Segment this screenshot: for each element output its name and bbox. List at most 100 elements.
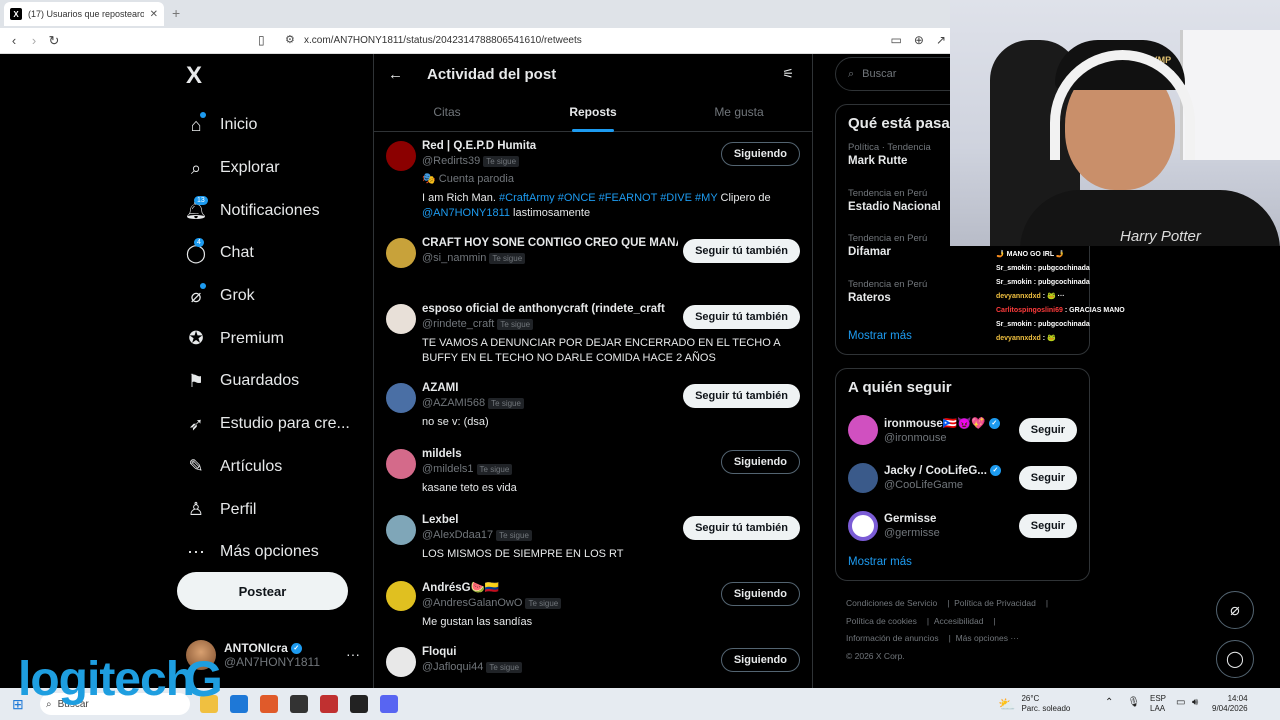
follow-suggestion[interactable]: Germisse @germisse Seguir bbox=[848, 502, 1077, 550]
user-row[interactable]: Red | Q.E.P.D Humita @Redirts39 Te sigue … bbox=[374, 132, 812, 229]
user-row[interactable]: mildels @mildels1 Te sigue kasane teto es… bbox=[374, 440, 812, 506]
user-row[interactable]: Lexbel @AlexDdaa17 Te sigue LOS MISMOS DE… bbox=[374, 506, 812, 572]
new-tab-icon[interactable]: + bbox=[172, 5, 180, 21]
tab-citas[interactable]: Citas bbox=[374, 94, 520, 131]
nav-mas-opciones[interactable]: ⋯ Más opciones bbox=[186, 531, 350, 574]
follow-back-button[interactable]: Seguir tú también bbox=[683, 384, 800, 408]
follow-suggestion[interactable]: ironmouse🇵🇷😈💖 ✓ @ironmouse Seguir bbox=[848, 406, 1077, 454]
user-row[interactable]: esposo oficial de anthonycraft (rindete_… bbox=[374, 295, 812, 374]
main-column: ← Actividad del post ⚟ Citas Reposts Me … bbox=[373, 54, 813, 688]
avatar[interactable] bbox=[386, 581, 416, 611]
avatar[interactable] bbox=[386, 449, 416, 479]
microphone-icon[interactable]: 🎙︎ bbox=[1127, 697, 1140, 708]
avatar[interactable] bbox=[386, 238, 416, 268]
nav-notificaciones[interactable]: 🔔︎ 13 Notificaciones bbox=[185, 189, 350, 232]
user-row[interactable]: CRAFT HOY SOÑE CONTIGO CREO QUE MAÑA... … bbox=[374, 229, 812, 295]
user-row[interactable]: Floqui @Jafloqui44 Te sigue Siguiendo bbox=[374, 638, 812, 688]
back-icon[interactable]: ‹ bbox=[4, 33, 24, 48]
discord-icon[interactable] bbox=[380, 695, 398, 713]
user-row[interactable]: AndrésG🍉🇨🇴 @AndresGalanOwO Te sigue Me gu… bbox=[374, 572, 812, 638]
bio-hashtags[interactable]: #CraftArmy #ONCE #FEARNOT #DIVE #MY bbox=[499, 192, 717, 204]
footer-link[interactable]: Accesibilidad bbox=[934, 616, 984, 626]
store-icon[interactable] bbox=[230, 695, 248, 713]
avatar[interactable] bbox=[848, 415, 878, 445]
avatar[interactable] bbox=[386, 141, 416, 171]
more-icon[interactable]: ··· bbox=[346, 646, 360, 662]
nav-articulos[interactable]: ✎ Artículos bbox=[186, 446, 350, 489]
post-button[interactable]: Postear bbox=[177, 572, 348, 610]
bookmark-icon[interactable]: ▯ bbox=[258, 33, 265, 47]
close-tab-icon[interactable]: ✕ bbox=[150, 9, 158, 20]
user-name[interactable]: AndrésG🍉🇨🇴 bbox=[422, 580, 678, 594]
avatar[interactable] bbox=[386, 647, 416, 677]
zoom-icon[interactable]: ⊕ bbox=[914, 33, 924, 47]
meter-icon[interactable] bbox=[320, 695, 338, 713]
x-logo-icon[interactable]: X bbox=[186, 62, 202, 90]
chat-fab-icon[interactable]: ◯ bbox=[1216, 640, 1254, 678]
follow-button[interactable]: Seguir bbox=[1018, 514, 1077, 538]
user-name[interactable]: AZAMI bbox=[422, 382, 678, 394]
following-button[interactable]: Siguiendo bbox=[720, 142, 800, 166]
footer-link[interactable]: Información de anuncios bbox=[846, 633, 939, 643]
reload-icon[interactable]: ↻ bbox=[44, 33, 64, 49]
user-name[interactable]: Floqui bbox=[422, 646, 678, 658]
footer-link[interactable]: Condiciones de Servicio bbox=[846, 598, 937, 608]
clock[interactable]: 14:04 9/04/2026 bbox=[1212, 694, 1248, 714]
site-info-icon[interactable]: ⚙ bbox=[285, 33, 295, 46]
chat-text: : GRACIAS MANO bbox=[1064, 307, 1125, 314]
weather-widget[interactable]: ⛅ 26°C Parc. soleado bbox=[998, 694, 1070, 714]
avatar[interactable] bbox=[386, 515, 416, 545]
filter-icon[interactable]: ⚟ bbox=[782, 66, 794, 82]
nav-label: Chat bbox=[220, 244, 254, 262]
share-icon[interactable]: ↗ bbox=[936, 33, 946, 47]
nav-inicio[interactable]: ⌂ Inicio bbox=[186, 104, 350, 147]
avatar[interactable] bbox=[386, 383, 416, 413]
avatar[interactable] bbox=[848, 463, 878, 493]
grok-icon: ⌀ bbox=[186, 283, 206, 306]
network-icon[interactable]: ▭ bbox=[1176, 697, 1185, 708]
footer-link[interactable]: Política de cookies bbox=[846, 616, 917, 626]
user-name[interactable]: esposo oficial de anthonycraft (rindete_… bbox=[422, 303, 678, 315]
user-name[interactable]: CRAFT HOY SOÑE CONTIGO CREO QUE MAÑA... bbox=[422, 237, 678, 249]
tab-reposts[interactable]: Reposts bbox=[520, 94, 666, 132]
url-field[interactable]: x.com/AN7HONY1811/status/204231478880654… bbox=[304, 35, 582, 46]
following-button[interactable]: Siguiendo bbox=[720, 648, 800, 672]
nav-explorar[interactable]: ⌕ Explorar bbox=[186, 147, 350, 190]
follow-suggestion[interactable]: Jacky / CooLifeG... ✓ @CooLifeGame Seguir bbox=[848, 454, 1077, 502]
nav-estudio[interactable]: ➶ Estudio para cre... bbox=[186, 403, 349, 446]
tab-me-gusta[interactable]: Me gusta bbox=[666, 94, 812, 131]
nav-perfil[interactable]: ♙ Perfil bbox=[186, 488, 350, 531]
user-name[interactable]: Lexbel bbox=[422, 514, 678, 526]
nav-guardados[interactable]: ⚑ Guardados bbox=[186, 360, 350, 403]
volume-icon[interactable]: 🔊︎ bbox=[1192, 697, 1198, 708]
browser-tab[interactable]: X (17) Usuarios que repostearon e ✕ bbox=[4, 2, 164, 26]
footer-link[interactable]: Política de Privacidad bbox=[954, 598, 1036, 608]
following-button[interactable]: Siguiendo bbox=[720, 450, 800, 474]
nav-grok[interactable]: ⌀ Grok bbox=[186, 275, 350, 318]
screenshot-icon[interactable]: ▭ bbox=[891, 33, 902, 47]
back-arrow-icon[interactable]: ← bbox=[388, 66, 403, 83]
follow-back-button[interactable]: Seguir tú también bbox=[683, 516, 800, 540]
show-more-follow-link[interactable]: Mostrar más bbox=[848, 556, 1077, 568]
chevron-up-icon[interactable]: ⌃ bbox=[1105, 697, 1113, 708]
forward-icon[interactable]: › bbox=[24, 33, 44, 48]
follow-back-button[interactable]: Seguir tú también bbox=[683, 305, 800, 329]
footer-link[interactable]: Más opciones ··· bbox=[956, 633, 1019, 643]
grok-fab-icon[interactable]: ⌀ bbox=[1216, 591, 1254, 629]
avatar[interactable] bbox=[386, 304, 416, 334]
follow-back-button[interactable]: Seguir tú también bbox=[683, 239, 800, 263]
avatar[interactable] bbox=[848, 511, 878, 541]
follow-button[interactable]: Seguir bbox=[1018, 466, 1077, 490]
nav-premium[interactable]: ✪ Premium bbox=[186, 317, 350, 360]
nav-chat[interactable]: ◯ 4 Chat bbox=[186, 232, 350, 275]
following-button[interactable]: Siguiendo bbox=[720, 582, 800, 606]
brave-icon[interactable] bbox=[260, 695, 278, 713]
obs-icon[interactable] bbox=[290, 695, 308, 713]
github-icon[interactable] bbox=[350, 695, 368, 713]
bio-mention[interactable]: @AN7HONY1811 bbox=[422, 207, 510, 219]
user-name[interactable]: Red | Q.E.P.D Humita bbox=[422, 140, 678, 152]
user-name[interactable]: mildels bbox=[422, 448, 678, 460]
language-indicator[interactable]: ESP LAA bbox=[1150, 694, 1166, 714]
follow-button[interactable]: Seguir bbox=[1018, 418, 1077, 442]
user-row[interactable]: AZAMI @AZAMI568 Te sigue no se v: (dsa) S… bbox=[374, 374, 812, 440]
